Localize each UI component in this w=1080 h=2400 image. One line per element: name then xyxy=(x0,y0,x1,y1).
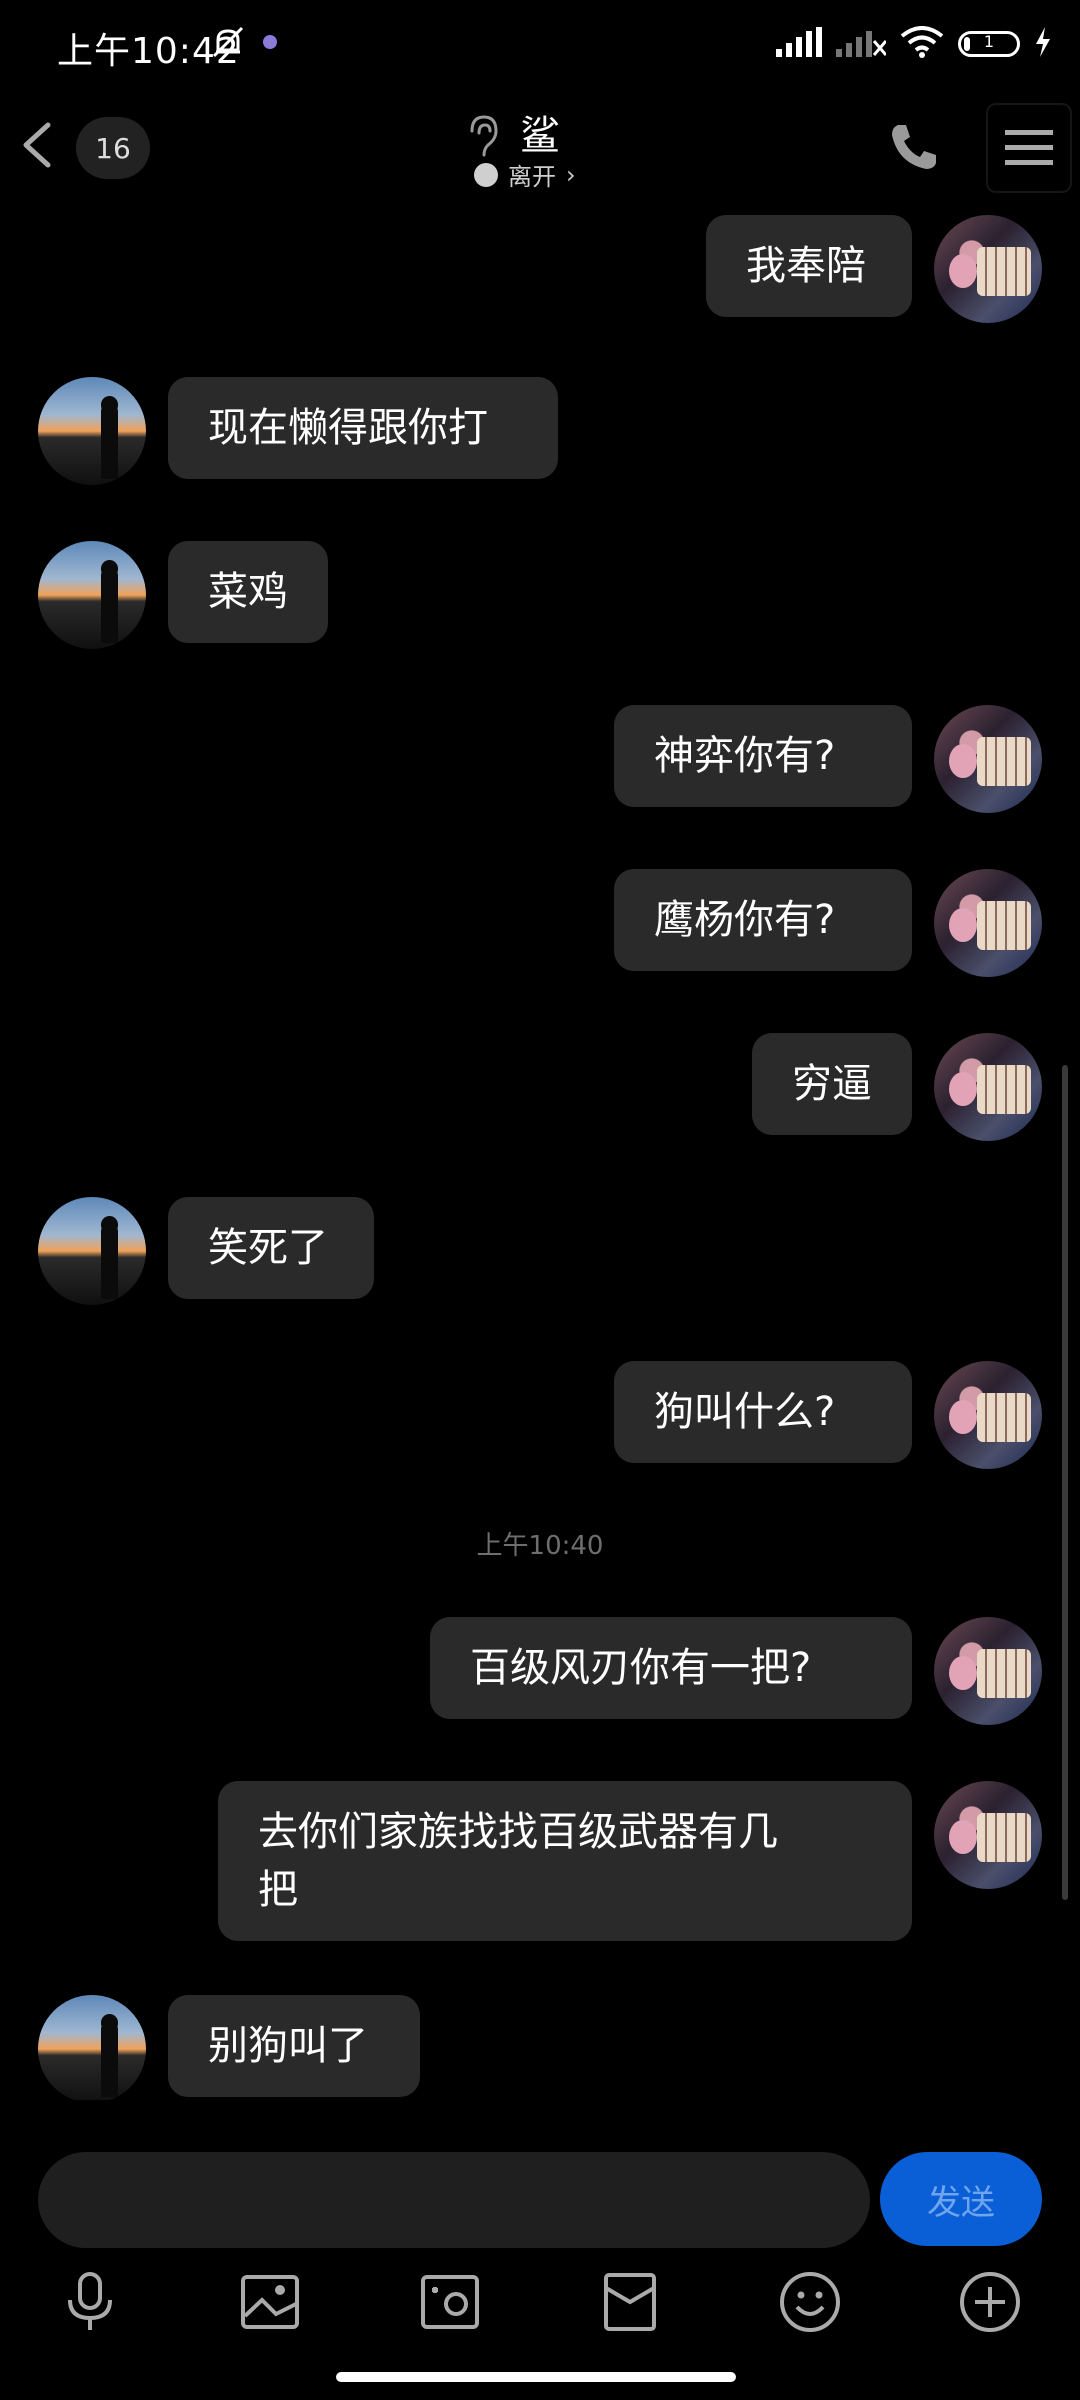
call-button[interactable] xyxy=(884,117,944,177)
avatar-contact[interactable] xyxy=(38,1995,146,2100)
mute-icon xyxy=(210,24,246,64)
avatar-me[interactable] xyxy=(934,1781,1042,1889)
message-bubble[interactable]: 鹰杨你有? xyxy=(614,869,912,971)
presence-status[interactable]: 离开 › xyxy=(474,157,576,192)
scrollbar[interactable] xyxy=(1062,1065,1068,1900)
message-bubble[interactable]: 百级风刃你有一把? xyxy=(430,1617,912,1719)
avatar-contact[interactable] xyxy=(38,541,146,649)
avatar-contact[interactable] xyxy=(38,1197,146,1305)
avatar-me[interactable] xyxy=(934,1617,1042,1725)
avatar-me[interactable] xyxy=(934,1033,1042,1141)
emoji-icon[interactable] xyxy=(778,2270,842,2334)
battery-icon: 1 xyxy=(958,31,1020,57)
plus-icon[interactable] xyxy=(958,2270,1022,2334)
signal-icon xyxy=(836,27,888,61)
avatar-me[interactable] xyxy=(934,1361,1042,1469)
camera-icon[interactable] xyxy=(418,2270,482,2334)
ear-icon xyxy=(464,113,500,163)
message-bubble[interactable]: 菜鸡 xyxy=(168,541,328,643)
message-bubble[interactable]: 现在懒得跟你打 xyxy=(168,377,558,479)
app-icon xyxy=(260,32,280,56)
image-icon[interactable] xyxy=(238,2270,302,2334)
message-bubble[interactable]: 狗叫什么? xyxy=(614,1361,912,1463)
unread-count-badge[interactable]: 16 xyxy=(76,117,150,179)
send-button[interactable]: 发送 xyxy=(880,2152,1042,2246)
contact-name[interactable]: 鲨 xyxy=(520,103,560,161)
avatar-me[interactable] xyxy=(934,215,1042,323)
message-bubble[interactable]: 我奉陪 xyxy=(706,215,912,317)
message-bubble[interactable]: 别狗叫了 xyxy=(168,1995,420,2097)
status-bar: 上午10:42 1 xyxy=(0,0,1080,95)
composer-toolbar xyxy=(0,2270,1080,2334)
message-bubble[interactable]: 神弈你有? xyxy=(614,705,912,807)
message-input[interactable] xyxy=(38,2152,870,2248)
menu-icon xyxy=(1005,130,1053,165)
message-bubble[interactable]: 去你们家族找找百级武器有几 把 xyxy=(218,1781,912,1941)
battery-level: 1 xyxy=(983,32,995,51)
charging-icon xyxy=(1034,27,1052,61)
red-packet-icon[interactable] xyxy=(598,2270,662,2334)
chat-header: 16 鲨 离开 › xyxy=(0,95,1080,205)
time-separator: 上午10:40 xyxy=(476,1531,604,1561)
avatar-contact[interactable] xyxy=(38,377,146,485)
back-button[interactable] xyxy=(14,117,64,173)
chevron-right-icon: › xyxy=(566,160,576,189)
home-indicator[interactable] xyxy=(336,2372,736,2382)
message-list[interactable]: 我奉陪 现在懒得跟你打 菜鸡 神弈你有? 鹰杨你有? 穷逼 笑死了 狗叫什么? … xyxy=(0,205,1080,2100)
microphone-icon[interactable] xyxy=(58,2270,122,2334)
avatar-me[interactable] xyxy=(934,705,1042,813)
clock-icon xyxy=(474,162,498,187)
wifi-icon xyxy=(900,26,944,62)
signal-icon xyxy=(776,27,822,61)
back-icon xyxy=(23,122,51,168)
message-bubble[interactable]: 穷逼 xyxy=(752,1033,912,1135)
menu-button[interactable] xyxy=(986,103,1072,193)
presence-text: 离开 xyxy=(508,163,556,191)
avatar-me[interactable] xyxy=(934,869,1042,977)
message-bubble[interactable]: 笑死了 xyxy=(168,1197,374,1299)
phone-icon xyxy=(892,125,936,169)
